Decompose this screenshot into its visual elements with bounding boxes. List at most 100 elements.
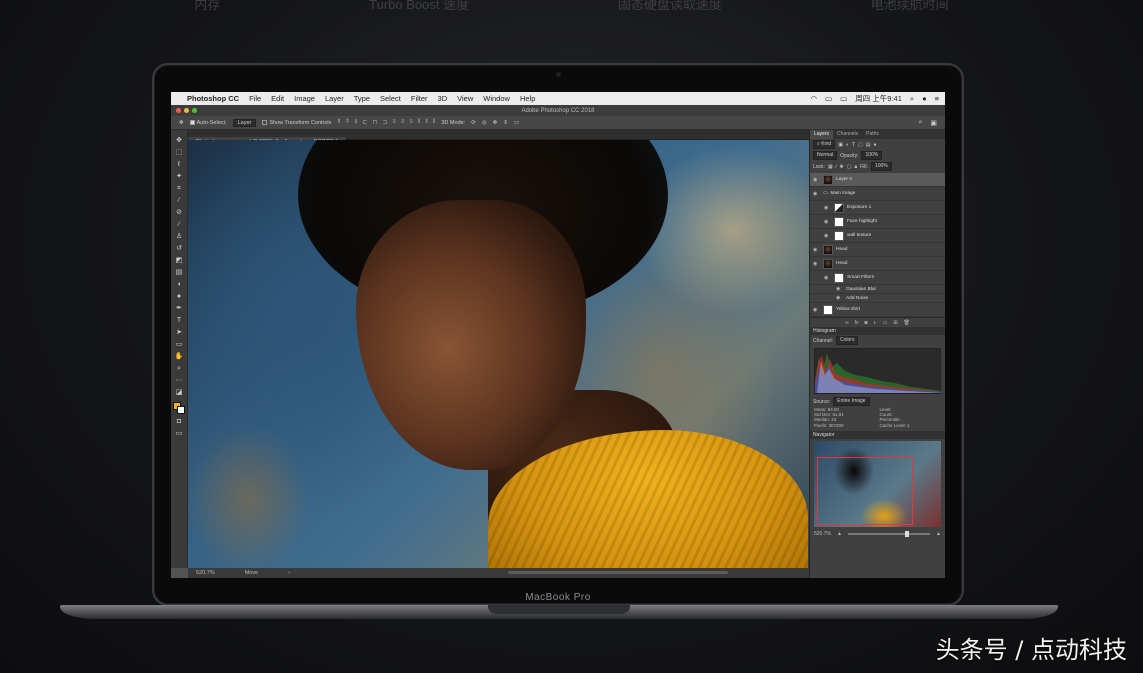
move-tool-icon[interactable]: ✥ xyxy=(179,120,184,126)
3d-slide-icon[interactable]: ⇕ xyxy=(503,120,508,126)
layer-row[interactable]: ◉ Face highlight xyxy=(810,215,945,229)
quick-mask-icon[interactable]: ◘ xyxy=(174,417,185,426)
visibility-eye-icon[interactable]: ◉ xyxy=(813,191,820,197)
menu-3d[interactable]: 3D xyxy=(438,94,448,103)
distribute-right-icon[interactable]: ‖ xyxy=(433,119,435,126)
trash-icon[interactable]: 🗑︎ xyxy=(904,320,910,326)
distribute-hcenter-icon[interactable]: ‖ xyxy=(425,119,427,126)
fill-input[interactable]: 100% xyxy=(870,162,892,171)
tab-paths[interactable]: Paths xyxy=(862,130,883,139)
menu-filter[interactable]: Filter xyxy=(411,94,428,103)
zoom-level[interactable]: 520.7% xyxy=(196,570,215,576)
notification-center-icon[interactable]: ≡ xyxy=(935,94,939,103)
menu-window[interactable]: Window xyxy=(483,94,510,103)
zoom-in-icon[interactable]: ▲ xyxy=(936,531,941,537)
blur-tool-icon[interactable]: ◖ xyxy=(174,280,185,289)
visibility-eye-icon[interactable]: ◉ xyxy=(813,247,820,253)
visibility-eye-icon[interactable]: ◉ xyxy=(824,233,831,239)
distribute-left-icon[interactable]: ‖ xyxy=(418,119,420,126)
layer-row[interactable]: ◉ wall texture xyxy=(810,229,945,243)
menu-image[interactable]: Image xyxy=(294,94,315,103)
align-vcenter-icon[interactable]: ⫩ xyxy=(346,119,349,126)
battery-icon[interactable]: ▭ xyxy=(840,94,847,103)
blend-mode-dropdown[interactable]: Normal xyxy=(813,151,838,160)
adjustment-layer-icon[interactable]: ◐ xyxy=(874,320,877,326)
visibility-eye-icon[interactable]: ◉ xyxy=(813,307,820,313)
filter-smart-object-icon[interactable]: ▤ xyxy=(866,142,871,148)
eyedropper-tool-icon[interactable]: ⁄ xyxy=(174,196,185,205)
layer-row[interactable]: ◉ Gaussian Blur xyxy=(810,285,945,294)
tab-layers[interactable]: Layers xyxy=(810,130,834,139)
lasso-tool-icon[interactable]: ℓ xyxy=(174,160,185,169)
zoom-tool-icon[interactable]: ⌕ xyxy=(174,364,185,373)
minimize-button[interactable] xyxy=(184,108,189,113)
filter-shape-icon[interactable]: ▢ xyxy=(858,142,863,148)
hand-tool-icon[interactable]: ✋ xyxy=(174,352,185,361)
crop-tool-icon[interactable]: ⌗ xyxy=(174,184,185,193)
visibility-eye-icon[interactable]: ◉ xyxy=(836,295,843,301)
brush-tool-icon[interactable]: ∕ xyxy=(174,220,185,229)
layer-row[interactable]: ◉ ▭ Main image xyxy=(810,187,945,201)
layer-row[interactable]: ◉ Smart Filters xyxy=(810,271,945,285)
rectangle-tool-icon[interactable]: ▭ xyxy=(174,340,185,349)
layer-row[interactable]: ◉ Exposure 1 xyxy=(810,201,945,215)
menu-view[interactable]: View xyxy=(457,94,473,103)
align-bottom-icon[interactable]: ⫫ xyxy=(354,119,357,126)
layer-row[interactable]: ◉ Yellow shirt xyxy=(810,303,945,317)
lock-all-icon[interactable]: 🔒︎ xyxy=(854,164,857,170)
visibility-eye-icon[interactable]: ◉ xyxy=(824,275,831,281)
align-left-icon[interactable]: ⊏ xyxy=(363,119,368,126)
zoom-out-icon[interactable]: ▲ xyxy=(837,531,842,537)
menu-help[interactable]: Help xyxy=(520,94,535,103)
align-hcenter-icon[interactable]: ⊓ xyxy=(373,119,378,126)
link-layers-icon[interactable]: ∞ xyxy=(845,320,849,326)
menu-type[interactable]: Type xyxy=(354,94,370,103)
source-dropdown[interactable]: Entire Image xyxy=(833,397,870,406)
wifi-icon[interactable]: ◠ xyxy=(810,94,817,103)
align-top-icon[interactable]: ⫪ xyxy=(337,119,340,126)
visibility-eye-icon[interactable]: ◉ xyxy=(813,261,820,267)
fx-icon[interactable]: fx xyxy=(855,320,859,326)
3d-pan-icon[interactable]: ✥ xyxy=(493,120,498,126)
navigator-zoom[interactable]: 520.7% xyxy=(814,531,831,537)
visibility-eye-icon[interactable]: ◉ xyxy=(824,219,831,225)
distribute-top-icon[interactable]: ≡ xyxy=(392,119,396,126)
filter-type-icon[interactable]: T xyxy=(852,142,855,148)
menu-layer[interactable]: Layer xyxy=(325,94,344,103)
filter-toggle-icon[interactable]: ● xyxy=(874,142,877,148)
lock-position-icon[interactable]: ✥ xyxy=(840,164,844,170)
color-swatches[interactable] xyxy=(173,402,185,414)
opacity-input[interactable]: 100% xyxy=(861,151,883,160)
transform-controls-checkbox[interactable]: Show Transform Controls xyxy=(262,120,331,126)
marquee-tool-icon[interactable]: ⬚ xyxy=(174,148,185,157)
move-tool-icon[interactable]: ✥ xyxy=(174,136,185,145)
default-colors-icon[interactable]: ◪ xyxy=(174,388,185,397)
filter-adjustment-icon[interactable]: ◐ xyxy=(846,142,849,148)
airplay-icon[interactable]: ▭ xyxy=(825,94,832,103)
new-group-icon[interactable]: ▭ xyxy=(883,320,888,326)
search-icon[interactable]: ⌕ xyxy=(918,119,922,127)
kind-filter-dropdown[interactable]: ⌕ Kind xyxy=(813,140,836,149)
horizontal-scrollbar[interactable] xyxy=(508,571,728,574)
3d-roll-icon[interactable]: ◎ xyxy=(482,120,487,126)
lock-pixels-icon[interactable]: ∕ xyxy=(836,164,837,170)
lock-transparent-icon[interactable]: ▦ xyxy=(828,164,833,170)
navigator-preview[interactable] xyxy=(814,440,941,527)
auto-select-dropdown[interactable]: Layer xyxy=(232,118,257,127)
path-selection-tool-icon[interactable]: ➤ xyxy=(174,328,185,337)
distribute-vcenter-icon[interactable]: ≡ xyxy=(401,119,405,126)
background-color[interactable] xyxy=(177,406,185,414)
histogram-panel-title[interactable]: Histogram xyxy=(810,327,945,335)
pen-tool-icon[interactable]: ✒ xyxy=(174,304,185,313)
close-button[interactable] xyxy=(176,108,181,113)
menubar-clock[interactable]: 周四 上午9:41 xyxy=(855,93,902,104)
filter-pixel-icon[interactable]: ▣ xyxy=(838,142,843,148)
menu-edit[interactable]: Edit xyxy=(271,94,284,103)
channel-dropdown[interactable]: Colors xyxy=(836,336,859,345)
history-brush-tool-icon[interactable]: ↺ xyxy=(174,244,185,253)
clone-stamp-tool-icon[interactable]: ♙ xyxy=(174,232,185,241)
3d-rotate-icon[interactable]: ⟳ xyxy=(471,120,476,126)
type-tool-icon[interactable]: T xyxy=(174,316,185,325)
visibility-eye-icon[interactable]: ◉ xyxy=(813,177,820,183)
lock-artboard-icon[interactable]: ▢ xyxy=(847,164,852,170)
